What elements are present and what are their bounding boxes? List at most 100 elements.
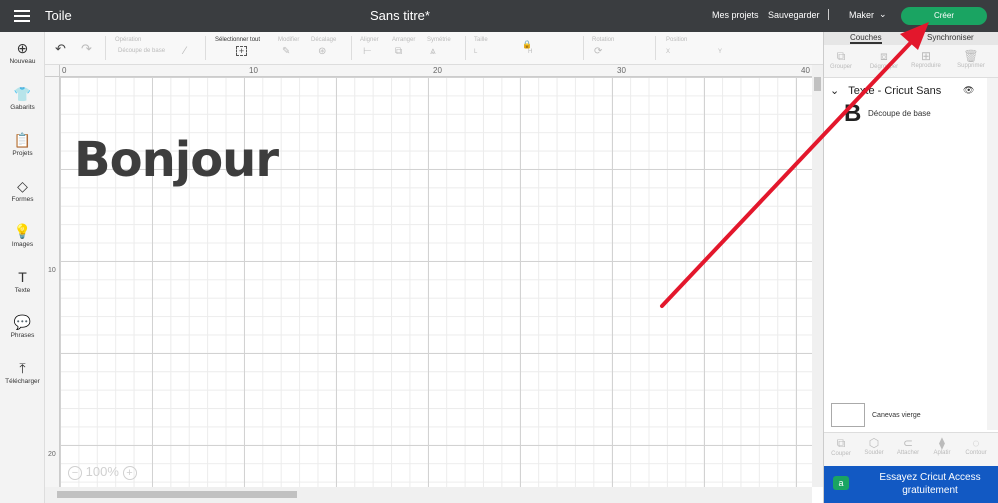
canvas-horizontal-scrollbar[interactable] bbox=[45, 487, 812, 503]
chevron-down-icon[interactable]: ⌄ bbox=[830, 85, 839, 97]
edit-pencil-icon[interactable]: ✎ bbox=[282, 46, 290, 57]
nav-text-label: Texte bbox=[14, 287, 31, 294]
text-icon: T bbox=[18, 269, 27, 285]
tab-layers[interactable]: Couches bbox=[850, 33, 882, 44]
toolbar-divider bbox=[583, 36, 584, 60]
panel-tabs: Couches Synchroniser bbox=[824, 32, 998, 45]
nav-shapes-label: Formes bbox=[11, 196, 34, 203]
arrange-label: Arranger bbox=[392, 37, 416, 43]
group-button[interactable]: ⧉ Grouper bbox=[821, 49, 861, 70]
nav-new-label: Nouveau bbox=[9, 58, 36, 65]
group-label: Grouper bbox=[829, 64, 852, 70]
machine-select[interactable]: Maker bbox=[849, 10, 874, 20]
offset-icon[interactable]: ⊛ bbox=[318, 46, 326, 57]
duplicate-icon: ⊞ bbox=[920, 49, 932, 63]
toolbar-divider bbox=[465, 36, 466, 60]
edit-toolbar: ↶ ↷ Opération Découpe de base ⁄ Sélectio… bbox=[45, 32, 823, 65]
zoom-level: 100% bbox=[85, 464, 119, 479]
combine-tools: ⧉ Couper ⬡ Souder ⊂ Attacher ⧫ Aplatir ◌… bbox=[824, 432, 998, 466]
ungroup-button[interactable]: ⧈ Dégrouper bbox=[864, 49, 904, 70]
scrollbar-thumb[interactable] bbox=[57, 491, 297, 498]
create-button[interactable]: Créer bbox=[901, 7, 987, 25]
select-all-label[interactable]: Sélectionner tout bbox=[215, 37, 260, 43]
group-icon: ⧉ bbox=[836, 49, 846, 63]
zoom-out-icon[interactable]: − bbox=[68, 465, 82, 480]
ungroup-label: Dégrouper bbox=[869, 64, 899, 70]
scrollbar-thumb[interactable] bbox=[814, 77, 821, 91]
layer-group-title: Texte - Cricut Sans bbox=[848, 85, 942, 97]
delete-label: Supprimer bbox=[957, 63, 985, 69]
eye-icon[interactable]: 👁 bbox=[963, 85, 974, 96]
nav-text[interactable]: T Texte bbox=[0, 269, 45, 294]
cricut-access-banner[interactable]: a Essayez Cricut Access gratuitement bbox=[824, 466, 998, 503]
layer-operation[interactable]: Découpe de base bbox=[868, 109, 931, 118]
symmetry-label: Symétrie bbox=[427, 37, 451, 43]
nav-upload[interactable]: ⤒ Télécharger bbox=[0, 360, 45, 385]
layers-panel: Couches Synchroniser ⧉ Grouper ⧈ Dégroup… bbox=[823, 32, 998, 503]
undo-icon[interactable]: ↶ bbox=[55, 41, 66, 57]
rotation-label: Rotation bbox=[592, 37, 615, 43]
lock-icon[interactable]: 🔒 bbox=[522, 40, 532, 49]
panel-scrollbar[interactable] bbox=[987, 78, 998, 430]
position-label: Position bbox=[666, 37, 688, 43]
zoom-control: − 100% + bbox=[68, 464, 137, 480]
ruler-tick-label: 40 bbox=[801, 66, 810, 75]
toolbar-divider bbox=[205, 36, 206, 60]
delete-button[interactable]: 🗑 Supprimer bbox=[951, 49, 991, 69]
arrange-icon[interactable]: ⧉ bbox=[395, 46, 402, 57]
ruler-tick-label: 20 bbox=[433, 66, 442, 75]
ruler-top: 0 10 20 30 40 bbox=[60, 65, 812, 77]
operation-select[interactable]: Découpe de base bbox=[118, 48, 165, 54]
width-field[interactable]: L bbox=[474, 49, 477, 55]
tab-sync[interactable]: Synchroniser bbox=[927, 33, 974, 42]
redo-icon[interactable]: ↷ bbox=[81, 41, 92, 57]
upload-icon: ⤒ bbox=[19, 360, 26, 376]
nav-phrases-label: Phrases bbox=[10, 332, 35, 339]
duplicate-button[interactable]: ⊞ Reproduire bbox=[906, 49, 946, 69]
nav-phrases[interactable]: 💬 Phrases bbox=[0, 314, 45, 339]
chevron-down-icon[interactable]: ⌄ bbox=[879, 9, 887, 20]
nav-upload-label: Télécharger bbox=[5, 378, 40, 385]
zoom-in-icon[interactable]: + bbox=[122, 465, 137, 480]
operation-label: Opération bbox=[115, 37, 142, 43]
blank-canvas-swatch[interactable] bbox=[831, 403, 865, 427]
nav-images-label: Images bbox=[11, 241, 34, 248]
save-link[interactable]: Sauvegarder bbox=[768, 10, 820, 20]
height-field[interactable]: H bbox=[528, 49, 532, 55]
position-y-field[interactable]: Y bbox=[718, 49, 722, 55]
nav-projects[interactable]: 📋 Projets bbox=[0, 132, 45, 157]
nav-templates-label: Gabarits bbox=[10, 104, 35, 111]
select-all-icon[interactable]: + bbox=[236, 46, 247, 56]
canvas-vertical-scrollbar[interactable] bbox=[812, 65, 823, 487]
contour-label: Contour bbox=[965, 450, 987, 456]
pen-icon[interactable]: ⁄ bbox=[184, 45, 186, 57]
my-projects-link[interactable]: Mes projets bbox=[712, 10, 759, 20]
ruler-tick-label: 20 bbox=[48, 451, 56, 458]
nav-images[interactable]: 💡 Images bbox=[0, 223, 45, 248]
rotate-icon[interactable]: ⟳ bbox=[594, 46, 602, 57]
size-label: Taille bbox=[474, 37, 488, 43]
nav-new[interactable]: ⊕ Nouveau bbox=[0, 40, 45, 65]
ruler-left: 10 20 bbox=[45, 77, 60, 487]
contour-button[interactable]: ◌ Contour bbox=[956, 436, 996, 456]
trash-icon: 🗑 bbox=[963, 49, 979, 63]
lightbulb-icon: 💡 bbox=[13, 223, 32, 239]
ruler-tick-label: 10 bbox=[48, 267, 56, 274]
canvas-text-object[interactable]: Bonjour bbox=[74, 132, 279, 188]
contour-icon: ◌ bbox=[972, 436, 980, 450]
nav-templates[interactable]: 👕 Gabarits bbox=[0, 86, 45, 111]
top-bar: Toile Sans titre* Mes projets Sauvegarde… bbox=[0, 0, 998, 32]
clipboard-icon: 📋 bbox=[13, 132, 32, 148]
access-line-1: Essayez Cricut Access bbox=[879, 472, 981, 483]
symmetry-icon[interactable]: ⩓ bbox=[430, 46, 436, 57]
speech-bubble-icon: 💬 bbox=[13, 314, 32, 330]
align-icon[interactable]: ⊢ bbox=[363, 46, 372, 57]
layer-thumbnail[interactable]: B bbox=[844, 100, 861, 128]
access-line-2: gratuitement bbox=[902, 485, 958, 496]
ruler-corner bbox=[45, 65, 60, 77]
offset-label: Décalage bbox=[311, 37, 337, 43]
document-title[interactable]: Sans titre* bbox=[0, 8, 800, 23]
nav-shapes[interactable]: ◇ Formes bbox=[0, 178, 45, 203]
position-x-field[interactable]: X bbox=[666, 49, 670, 55]
align-label: Aligner bbox=[360, 37, 379, 43]
